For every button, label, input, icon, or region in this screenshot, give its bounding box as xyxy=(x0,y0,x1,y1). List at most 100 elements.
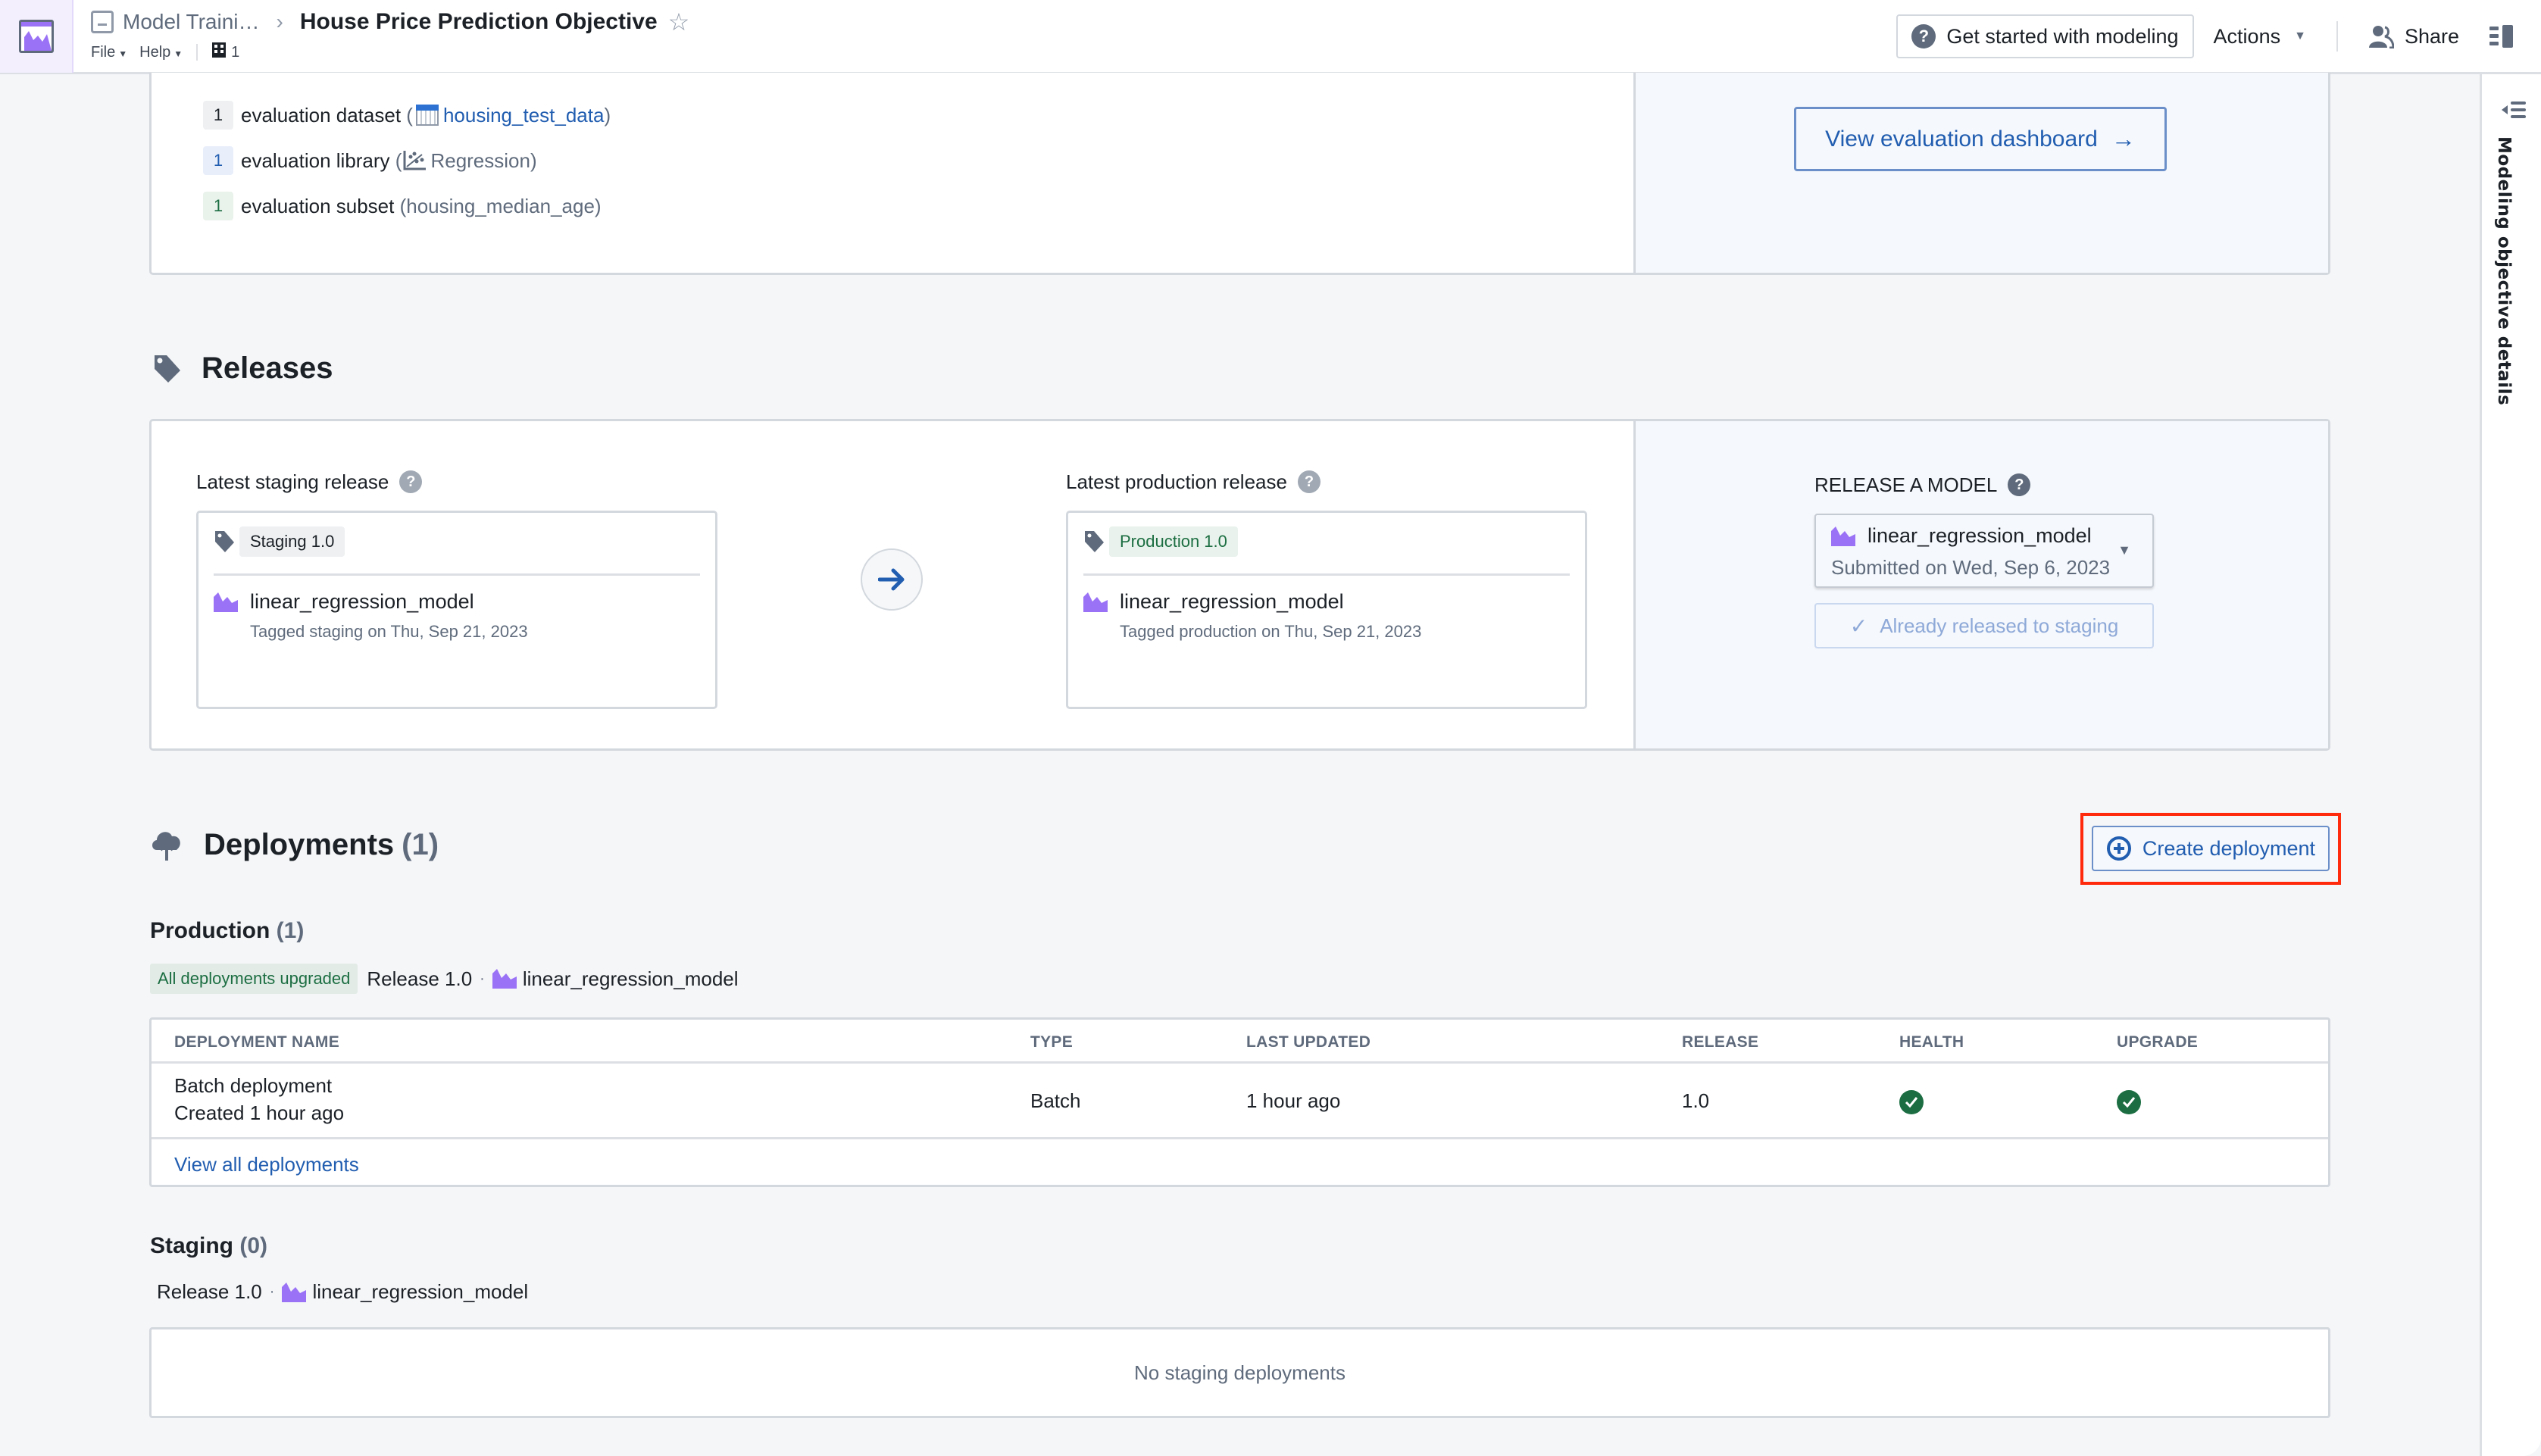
deployment-release: 1.0 xyxy=(1682,1089,1710,1112)
cloud-upload-icon xyxy=(152,832,180,861)
empty-state-text: No staging deployments xyxy=(1134,1361,1346,1384)
help-icon: ? xyxy=(1911,24,1936,48)
panel-layout-icon[interactable] xyxy=(2489,25,2514,48)
upgrade-status-badge: All deployments upgraded xyxy=(150,964,358,994)
table-row[interactable]: Batch deployment Created 1 hour ago Batc… xyxy=(152,1064,2328,1139)
count-badge: 1 xyxy=(203,101,233,130)
already-released-label: Already released to staging xyxy=(1880,614,2119,637)
staging-tagged-date: Tagged staging on Thu, Sep 21, 2023 xyxy=(250,622,528,641)
get-started-button[interactable]: ? Get started with modeling xyxy=(1896,14,2194,58)
subset-value: housing_median_age xyxy=(406,194,595,217)
details-panel-label[interactable]: Modeling objective details xyxy=(2494,136,2514,405)
folder-icon xyxy=(91,11,114,33)
file-menu[interactable]: File ▼ xyxy=(91,44,127,61)
star-icon[interactable]: ☆ xyxy=(668,8,690,36)
production-subheader: Production (1) xyxy=(150,918,304,944)
staging-release-info: Release 1.0 · linear_regression_model xyxy=(157,1280,529,1304)
item-label: evaluation dataset xyxy=(241,103,402,127)
count-badge: 1 xyxy=(203,146,233,175)
top-bar: Model Traini… › House Price Prediction O… xyxy=(0,0,2541,74)
selected-model-name: linear_regression_model xyxy=(1867,524,2092,547)
library-value: Regression xyxy=(430,148,530,172)
staging-release-label: Latest staging release xyxy=(196,470,389,493)
evaluation-side-panel xyxy=(1633,73,2328,273)
get-started-label: Get started with modeling xyxy=(1946,24,2179,48)
caret-down-icon: ▼ xyxy=(2294,30,2306,42)
model-select[interactable]: linear_regression_model Submitted on Wed… xyxy=(1814,514,2154,588)
production-tagged-date: Tagged production on Thu, Sep 21, 2023 xyxy=(1120,622,1422,641)
column-header[interactable]: TYPE xyxy=(1030,1033,1073,1051)
evaluation-card: 1 evaluation dataset ( housing_test_data… xyxy=(149,73,2330,275)
production-model-name[interactable]: linear_regression_model xyxy=(523,967,739,991)
actions-label: Actions xyxy=(2213,24,2281,48)
production-title: Production xyxy=(150,918,270,943)
breadcrumb-parent-link[interactable]: Model Traini… xyxy=(123,10,260,34)
evaluation-library-item: 1 evaluation library ( Regression ) xyxy=(203,145,611,176)
evaluation-config-list: 1 evaluation dataset ( housing_test_data… xyxy=(203,100,611,236)
production-release-label: Latest production release xyxy=(1066,470,1287,493)
toolbar-divider xyxy=(2336,21,2338,52)
production-release-info: All deployments upgraded Release 1.0 · l… xyxy=(150,964,739,994)
column-header[interactable]: HEALTH xyxy=(1899,1033,1964,1051)
app-logo-icon[interactable] xyxy=(19,20,54,53)
staging-deployments-empty: No staging deployments xyxy=(149,1327,2330,1418)
page-title: House Price Prediction Objective xyxy=(299,9,658,34)
model-icon xyxy=(1831,526,1855,546)
breadcrumb: Model Traini… › House Price Prediction O… xyxy=(91,6,689,38)
releases-card: Latest staging release ? Staging 1.0 lin… xyxy=(149,419,2330,751)
releases-header: Releases xyxy=(152,352,333,386)
tag-icon xyxy=(1085,531,1104,552)
file-menu-label: File xyxy=(91,43,116,61)
already-released-button[interactable]: ✓ Already released to staging xyxy=(1814,603,2154,648)
caret-down-icon: ▼ xyxy=(118,48,128,59)
building-icon[interactable] xyxy=(211,42,227,63)
deployment-name-link[interactable]: Batch deployment xyxy=(174,1074,332,1098)
selected-model-submitted: Submitted on Wed, Sep 6, 2023 xyxy=(1831,556,2111,579)
caret-down-icon: ▼ xyxy=(2118,542,2131,558)
view-evaluation-dashboard-button[interactable]: View evaluation dashboard → xyxy=(1794,107,2167,171)
collapse-panel-icon[interactable] xyxy=(2502,100,2526,125)
divider xyxy=(214,573,700,576)
share-button[interactable]: Share xyxy=(2368,24,2459,48)
details-side-panel[interactable]: Modeling objective details xyxy=(2480,74,2541,1456)
top-bar-actions: ? Get started with modeling Actions ▼ Sh… xyxy=(1896,0,2541,73)
deployment-created: Created 1 hour ago xyxy=(174,1101,345,1124)
help-icon[interactable]: ? xyxy=(1297,470,1321,493)
resource-count: 1 xyxy=(231,43,240,61)
staging-tag: Staging 1.0 xyxy=(239,526,345,557)
column-header[interactable]: LAST UPDATED xyxy=(1246,1033,1371,1051)
create-deployment-button[interactable]: Create deployment xyxy=(2092,826,2330,871)
arrow-right-icon xyxy=(878,568,905,591)
staging-release-version: Release 1.0 xyxy=(157,1280,262,1303)
column-header[interactable]: DEPLOYMENT NAME xyxy=(174,1033,339,1051)
deployment-type: Batch xyxy=(1030,1089,1081,1112)
upgrade-ok-icon xyxy=(2117,1090,2141,1114)
production-model-name: linear_regression_model xyxy=(1120,590,1344,613)
create-deployment-label: Create deployment xyxy=(2142,836,2316,860)
dataset-link[interactable]: housing_test_data xyxy=(443,104,605,127)
staging-model-name: linear_regression_model xyxy=(250,590,474,613)
help-icon[interactable]: ? xyxy=(399,470,423,493)
staging-model-name[interactable]: linear_regression_model xyxy=(312,1280,528,1304)
app-icon-column xyxy=(0,0,73,73)
share-label: Share xyxy=(2404,24,2459,48)
tag-icon xyxy=(155,355,180,383)
promote-arrow-button[interactable] xyxy=(861,548,923,611)
production-release-box[interactable]: Production 1.0 linear_regression_model T… xyxy=(1066,511,1587,709)
column-header[interactable]: RELEASE xyxy=(1682,1033,1758,1051)
release-model-panel: RELEASE A MODEL ? linear_regression_mode… xyxy=(1633,421,2328,748)
count-badge: 1 xyxy=(203,192,233,220)
actions-menu-button[interactable]: Actions ▼ xyxy=(2214,25,2306,48)
evaluation-dataset-item: 1 evaluation dataset ( housing_test_data… xyxy=(203,100,611,130)
deployments-title: Deployments xyxy=(204,827,395,861)
view-all-deployments-link[interactable]: View all deployments xyxy=(174,1153,359,1176)
model-icon xyxy=(492,969,517,989)
releases-title: Releases xyxy=(202,352,333,385)
column-header[interactable]: UPGRADE xyxy=(2117,1033,2198,1051)
deployments-header: Deployments (1) xyxy=(149,827,439,862)
staging-release-box[interactable]: Staging 1.0 linear_regression_model Tagg… xyxy=(196,511,717,709)
help-menu[interactable]: Help ▼ xyxy=(139,44,183,61)
view-evaluation-dashboard-label: View evaluation dashboard xyxy=(1825,126,2098,152)
help-icon[interactable]: ? xyxy=(2008,473,2031,496)
production-release-version: Release 1.0 xyxy=(367,967,473,990)
